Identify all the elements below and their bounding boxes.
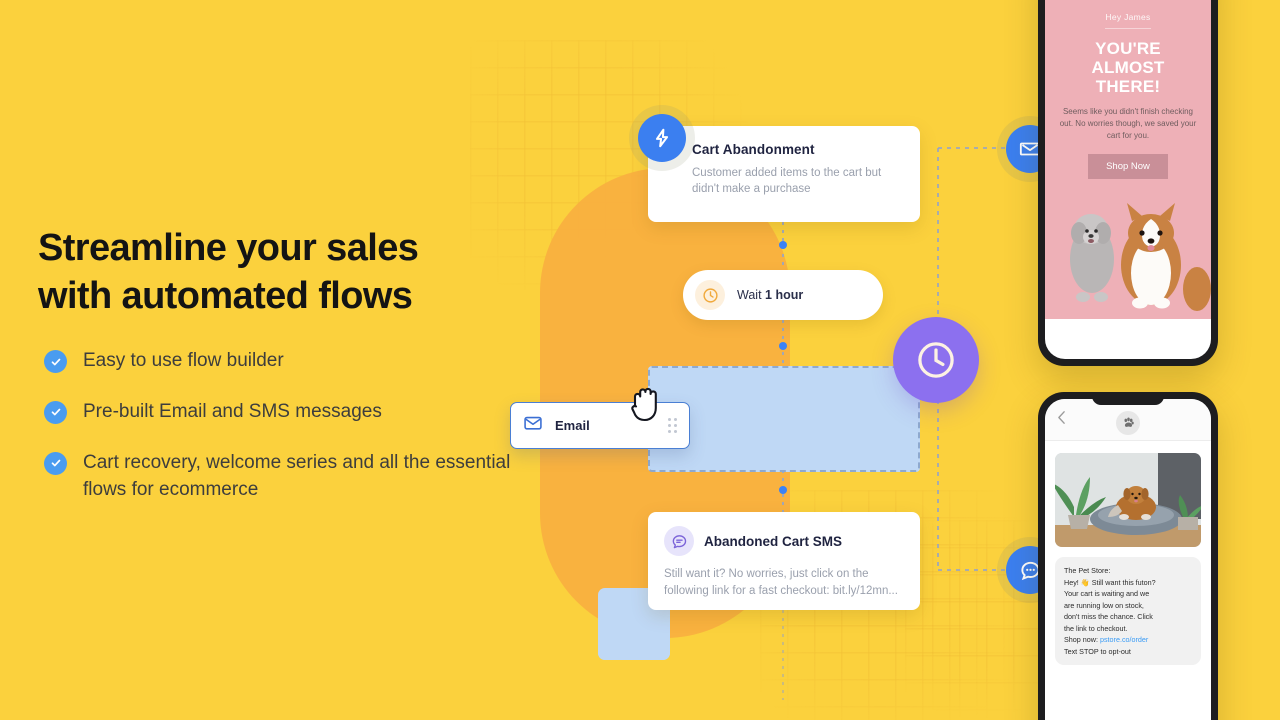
- connector-node-2: [779, 342, 787, 350]
- sms-card-body: Still want it? No worries, just click on…: [664, 568, 898, 597]
- list-item: Easy to use flow builder: [44, 348, 514, 375]
- clock-icon: [695, 280, 725, 310]
- email-phone-screen: The Pet Store Hey James YOU'RE ALMOST TH…: [1045, 0, 1211, 359]
- flow-card-wait[interactable]: Wait 1 hour: [683, 270, 883, 320]
- page-title: Streamline your sales with automated flo…: [38, 225, 508, 321]
- flow-card-cart-abandonment[interactable]: Cart Abandonment Customer added items to…: [648, 126, 920, 222]
- flow-card-title: Cart Abandonment: [692, 142, 815, 157]
- decorative-l-block-bottom: [598, 608, 670, 660]
- clock-icon-large[interactable]: [883, 307, 989, 413]
- sms-phone-screen: The Pet Store: Hey! 👋 Still want this fu…: [1045, 399, 1211, 720]
- bullet-label: Pre-built Email and SMS messages: [83, 400, 382, 422]
- sms-card-header: Abandoned Cart SMS: [664, 526, 904, 556]
- flow-card-description: Customer added items to the cart but did…: [692, 167, 882, 196]
- email-greeting: Hey James: [1105, 12, 1151, 29]
- headline-line-1: Streamline your sales: [38, 227, 419, 269]
- feature-bullet-list: Easy to use flow builder Pre-built Email…: [44, 348, 514, 528]
- promo-hero-canvas: Cart Abandonment Customer added items to…: [0, 0, 1280, 720]
- email-preview-phone: The Pet Store Hey James YOU'RE ALMOST TH…: [1038, 0, 1218, 366]
- connector-node-1: [779, 241, 787, 249]
- check-icon: [44, 451, 67, 475]
- bullet-label: Cart recovery, welcome series and all th…: [83, 451, 511, 500]
- chat-bubble-icon: [664, 526, 694, 556]
- email-heading: YOU'RE ALMOST THERE!: [1059, 39, 1197, 96]
- sms-card-title: Abandoned Cart SMS: [704, 533, 843, 549]
- sms-preview-phone: The Pet Store: Hey! 👋 Still want this fu…: [1038, 392, 1218, 720]
- sms-shop-link[interactable]: pstore.co/order: [1100, 635, 1148, 644]
- email-subtext: Seems like you didn't finish checking ou…: [1059, 107, 1197, 141]
- sms-line: Your cart is waiting and we: [1064, 589, 1150, 599]
- sms-line: the link to checkout.: [1064, 623, 1128, 633]
- sms-line: are running low on stock,: [1064, 600, 1144, 610]
- list-item: Cart recovery, welcome series and all th…: [44, 450, 514, 504]
- envelope-icon: [523, 413, 543, 438]
- check-icon: [44, 400, 67, 424]
- phone-notch: [1092, 392, 1164, 405]
- sms-shop-prefix: Shop now:: [1064, 635, 1100, 645]
- sms-product-photo: [1055, 453, 1201, 547]
- paw-print-icon: [1116, 410, 1140, 435]
- email-card-label: Email: [555, 418, 590, 433]
- headline-line-2: with automated flows: [38, 274, 413, 317]
- wait-label: Wait 1 hour: [737, 288, 803, 302]
- connector-node-3: [779, 486, 787, 494]
- drag-handle-icon[interactable]: [668, 418, 677, 433]
- bullet-label: Easy to use flow builder: [83, 350, 284, 371]
- flow-card-abandoned-cart-sms[interactable]: Abandoned Cart SMS Still want it? No wor…: [648, 512, 920, 610]
- sms-message-bubble: The Pet Store: Hey! 👋 Still want this fu…: [1055, 557, 1201, 666]
- sms-app-header: [1045, 399, 1211, 441]
- email-hero-section: Hey James YOU'RE ALMOST THERE! Seems lik…: [1045, 0, 1211, 190]
- wait-prefix: Wait: [737, 288, 766, 302]
- sms-line: The Pet Store:: [1064, 566, 1111, 575]
- list-item: Pre-built Email and SMS messages: [44, 399, 514, 426]
- email-dogs-photo: [1045, 189, 1211, 320]
- check-icon: [44, 350, 67, 373]
- chevron-left-icon[interactable]: [1057, 410, 1066, 429]
- email-heading-line-1: YOU'RE ALMOST: [1091, 39, 1165, 78]
- shop-now-button[interactable]: Shop Now: [1088, 154, 1168, 180]
- sms-line: Hey! 👋 Still want this futon?: [1064, 577, 1156, 587]
- lightning-bolt-icon[interactable]: [628, 104, 696, 172]
- wait-duration: 1 hour: [765, 288, 804, 302]
- email-heading-line-2: THERE!: [1095, 77, 1161, 97]
- sms-line: don't miss the chance. Click: [1064, 612, 1153, 622]
- flow-card-email-draggable[interactable]: Email: [510, 402, 690, 449]
- sms-shop-line: Shop now: pstore.co/order: [1064, 634, 1192, 646]
- sms-optout: Text STOP to opt-out: [1064, 646, 1131, 656]
